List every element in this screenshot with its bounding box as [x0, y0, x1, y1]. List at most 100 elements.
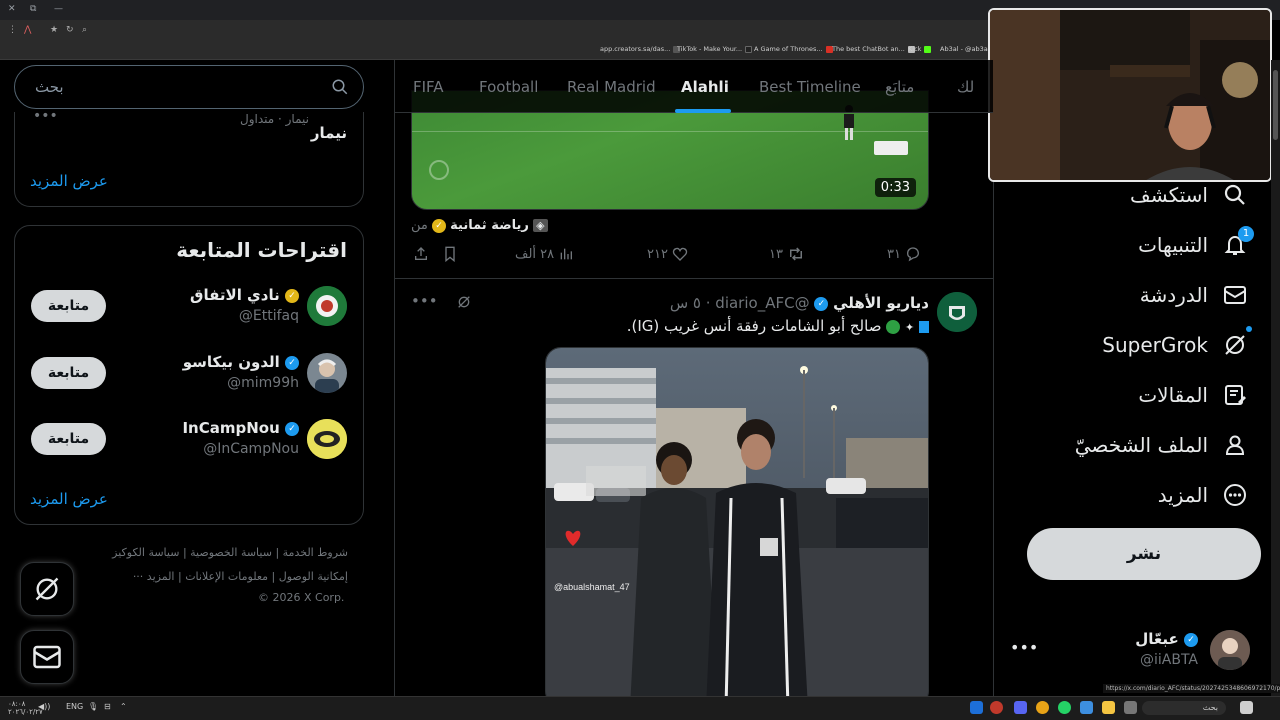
tab-alahli[interactable]: Alahli: [681, 78, 729, 96]
post-handle[interactable]: @diario_AFC: [715, 294, 809, 312]
footer-link[interactable]: سياسة الكوكيز: [112, 546, 179, 559]
more-dots-icon[interactable]: •••: [1010, 638, 1038, 657]
extension-icon[interactable]: ⋀: [24, 25, 31, 35]
more-dots-icon[interactable]: •••: [33, 108, 58, 124]
taskbar: ٠٨:٠٨ ٢٠٢٦/٠٢/٢٧ ◀)) ENG 🎙 ⊟ ⌃ بحث: [0, 696, 1280, 720]
minimize-window-icon[interactable]: —: [54, 4, 63, 14]
show-more-link[interactable]: عرض المزيد: [30, 172, 108, 190]
who-to-follow-title: اقتراحات المتابعة: [176, 238, 347, 262]
follow-suggestion[interactable]: ✓ InCampNou @InCampNou متابعة: [15, 419, 363, 479]
views-button[interactable]: ٢٨ ألف: [515, 246, 574, 262]
volume-icon[interactable]: ◀)): [38, 702, 50, 711]
repost-button[interactable]: ١٣: [769, 246, 805, 262]
suggestion-handle[interactable]: @mim99h: [227, 375, 299, 391]
search-box[interactable]: بحث: [14, 65, 364, 109]
footer-link[interactable]: شروط الخدمة: [283, 546, 348, 559]
post-button[interactable]: نشر: [1027, 528, 1261, 580]
close-window-icon[interactable]: ✕: [8, 4, 16, 14]
link-emoji-icon: ✦: [905, 321, 915, 334]
start-icon[interactable]: [1240, 701, 1253, 714]
nav-chat[interactable]: الدردشة: [1140, 282, 1248, 308]
notification-count-badge: 1: [1238, 226, 1254, 242]
menu-dots-icon[interactable]: ⋮: [8, 25, 17, 35]
trend-meta: نيمار · متداول: [240, 112, 309, 126]
grok-icon[interactable]: [456, 294, 472, 310]
reload-icon[interactable]: ↻: [66, 25, 74, 35]
more-dots-icon[interactable]: •••: [411, 292, 438, 310]
post-text: ✦ صالح أبو الشامات رفقة أنس غريب (IG).: [627, 317, 929, 335]
tab-football[interactable]: Football: [479, 78, 538, 96]
reply-button[interactable]: ٣١: [887, 246, 921, 262]
grok-fab-button[interactable]: [20, 562, 74, 616]
discord-icon[interactable]: [1014, 701, 1027, 714]
taskbar-app-icon[interactable]: [990, 701, 1003, 714]
avatar[interactable]: [937, 292, 977, 332]
language-indicator[interactable]: ENG: [66, 702, 83, 711]
bookmark-button[interactable]: [443, 246, 457, 262]
zoom-icon[interactable]: ⌕: [82, 25, 87, 35]
follow-button[interactable]: متابعة: [31, 290, 106, 322]
chevron-up-icon[interactable]: ⌃: [120, 702, 127, 711]
post-author-name[interactable]: دياريو الأهلي: [833, 294, 929, 312]
account-switcher[interactable]: ✓ عبعّال @iiABTA •••: [1010, 630, 1250, 674]
nav-explore[interactable]: استكشف: [1130, 182, 1248, 208]
taskbar-search[interactable]: بحث: [1142, 701, 1226, 715]
share-button[interactable]: [413, 246, 429, 262]
restore-window-icon[interactable]: ⧉: [30, 4, 36, 14]
more-circle-icon: [1224, 484, 1246, 506]
nav-more[interactable]: المزيد: [1158, 482, 1248, 508]
bookmark-item[interactable]: The best ChatBot an...: [832, 45, 915, 53]
tab-fifa[interactable]: FIFA: [413, 78, 444, 96]
footer-link[interactable]: سياسة الخصوصية: [190, 546, 272, 559]
tab-real-madrid[interactable]: Real Madrid: [567, 78, 656, 96]
scrollbar-thumb[interactable]: [1273, 70, 1278, 140]
page-scrollbar[interactable]: [1271, 60, 1280, 696]
suggestion-name[interactable]: ✓ InCampNou: [182, 419, 299, 437]
star-icon[interactable]: ★: [50, 25, 58, 35]
follow-suggestion[interactable]: ✓ الدون بيكاسو @mim99h متابعة: [15, 353, 363, 413]
browser-toolbar: ⋮ ⋀ ★ ↻ ⌕: [0, 20, 990, 42]
suggestion-handle[interactable]: @Ettifaq: [239, 308, 299, 324]
follow-button[interactable]: متابعة: [31, 357, 106, 389]
nav-profile[interactable]: الملف الشخصيّ: [1075, 432, 1248, 458]
messages-fab-button[interactable]: [20, 630, 74, 684]
video-source[interactable]: ◈ رياضة ثمانية ✓ من: [411, 218, 548, 233]
follow-suggestion[interactable]: ✓ نادي الاتفاق @Ettifaq متابعة: [15, 286, 363, 346]
network-icon[interactable]: ⊟: [104, 702, 111, 711]
mic-icon[interactable]: 🎙: [88, 702, 98, 711]
source-logo-icon: ◈: [533, 219, 548, 232]
suggestion-name[interactable]: ✓ نادي الاتفاق: [190, 286, 299, 304]
suggestion-name[interactable]: ✓ الدون بيكاسو: [183, 353, 299, 371]
taskbar-app-icon[interactable]: [1080, 701, 1093, 714]
suggestion-handle[interactable]: @InCampNou: [203, 441, 299, 457]
bookmark-item[interactable]: Kick: [908, 45, 932, 53]
show-more-link[interactable]: عرض المزيد: [30, 490, 108, 508]
taskbar-app-icon[interactable]: [970, 701, 983, 714]
nav-supergrok[interactable]: SuperGrok: [1102, 326, 1252, 358]
follow-button[interactable]: متابعة: [31, 423, 106, 455]
trend-name[interactable]: نيمار: [311, 124, 347, 142]
search-input[interactable]: بحث: [35, 78, 64, 96]
folder-icon[interactable]: [1102, 701, 1115, 714]
like-button[interactable]: ٢١٢: [647, 246, 688, 262]
bookmark-item[interactable]: app.creators.sa/das...: [600, 45, 681, 53]
footer-link[interactable]: معلومات الإعلانات: [185, 570, 268, 583]
footer-link[interactable]: إمكانية الوصول: [279, 570, 348, 583]
tab-for-you[interactable]: لك: [957, 78, 974, 96]
tab-best-timeline[interactable]: Best Timeline: [759, 78, 861, 96]
nav-articles[interactable]: المقالات: [1138, 382, 1248, 408]
tab-following[interactable]: متابَع: [885, 78, 914, 96]
bookmark-item[interactable]: TikTok - Make Your...: [677, 45, 753, 53]
avatar[interactable]: [307, 286, 347, 326]
avatar[interactable]: [307, 353, 347, 393]
bookmark-item[interactable]: A Game of Thrones...: [754, 45, 833, 53]
chrome-icon[interactable]: [1036, 701, 1049, 714]
bookmark-item[interactable]: Ab3al - @ab3al |: [940, 45, 994, 53]
whatsapp-icon[interactable]: [1058, 701, 1071, 714]
store-icon[interactable]: [1124, 701, 1137, 714]
post-time[interactable]: ٥ س: [670, 294, 701, 312]
post-photo[interactable]: @abualshamat_47: [545, 347, 929, 696]
avatar[interactable]: [307, 419, 347, 459]
nav-notifications[interactable]: 1 التنبيهات: [1138, 226, 1254, 258]
footer-link[interactable]: المزيد ···: [133, 570, 175, 583]
